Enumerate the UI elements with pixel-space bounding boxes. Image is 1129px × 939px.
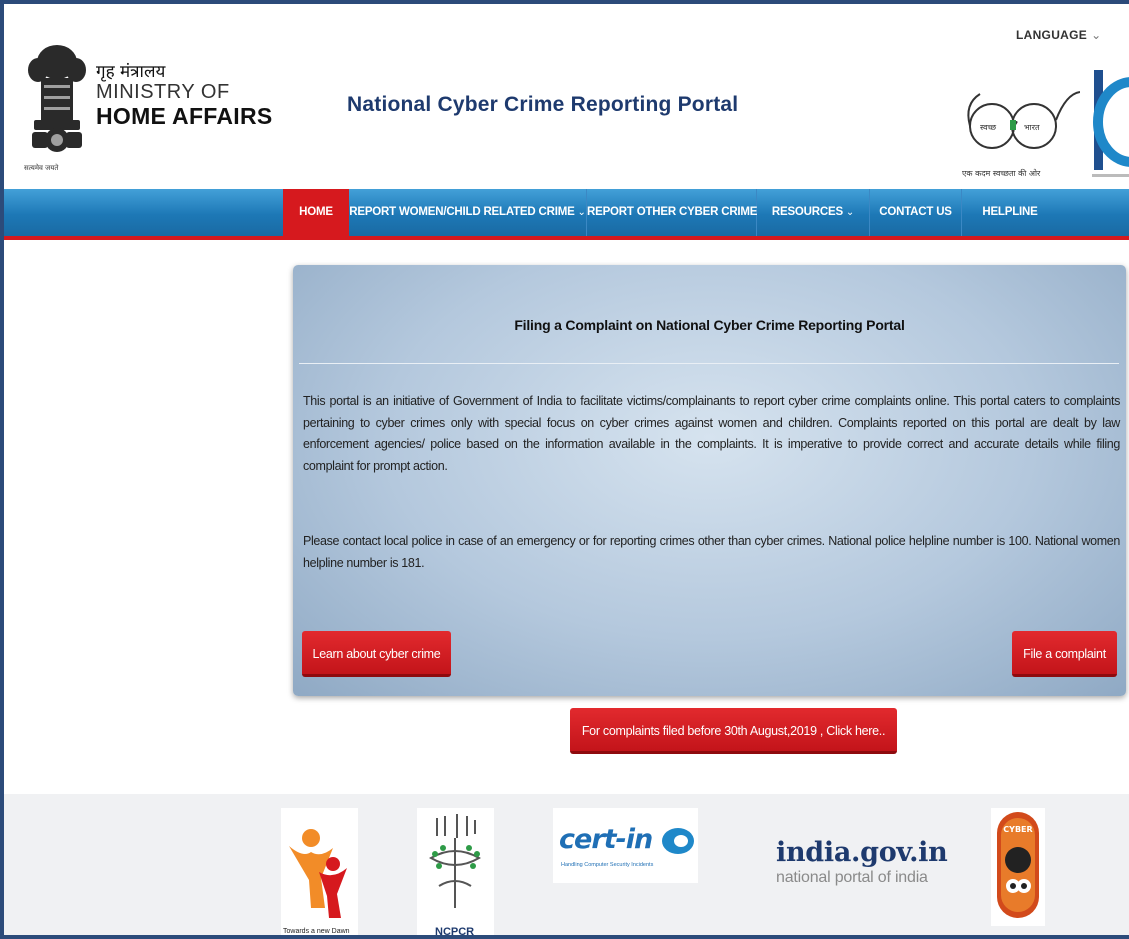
file-complaint-button[interactable]: File a complaint (1012, 631, 1117, 677)
ministry-logo[interactable]: गृह मंत्रालय MINISTRY OF HOME AFFAIRS (96, 62, 273, 129)
nav-resources-label: RESOURCES (771, 206, 843, 218)
ministry-line-2: HOME AFFAIRS (96, 103, 273, 129)
language-dropdown[interactable]: LANGUAGE ⌄ (1016, 28, 1101, 42)
swachh-right-text: भारत (1024, 123, 1040, 132)
women-child-caption: Towards a new Dawn (283, 928, 350, 935)
learn-about-cyber-crime-button[interactable]: Learn about cyber crime (302, 631, 451, 677)
india-gov-sub-text: national portal of india (776, 869, 928, 886)
india-gov-logo[interactable]: india.gov.in national portal of india (776, 837, 948, 888)
ncpcr-icon (429, 814, 481, 908)
cert-in-caption: Handling Computer Security Incidents (561, 862, 654, 868)
national-emblem-icon (28, 45, 86, 152)
chevron-down-icon: ⌄ (1091, 28, 1102, 42)
ncpcr-caption: NCPCR (435, 926, 475, 938)
nav-home[interactable]: HOME (283, 189, 349, 236)
nav-contact-us-label: CONTACT US (879, 206, 952, 218)
nav-helpline[interactable]: HELPLINE (962, 189, 1058, 236)
nav-report-women-child[interactable]: REPORT WOMEN/CHILD RELATED CRIME ⌄ (349, 189, 587, 236)
nav-helpline-label: HELPLINE (982, 206, 1038, 218)
india-gov-main-text: india.gov.in (776, 837, 948, 868)
complaint-info-card: Filing a Complaint on National Cyber Cri… (293, 265, 1126, 696)
browser-viewport: सत्यमेव जयते गृह मंत्रालय MINISTRY OF HO… (0, 0, 1129, 939)
intro-paragraph: This portal is an initiative of Governme… (303, 394, 1120, 473)
emblem-caption: सत्यमेव जयते (24, 164, 59, 172)
ministry-hindi-text: गृह मंत्रालय (96, 62, 166, 82)
ministry-line-1: MINISTRY OF (96, 81, 230, 103)
i4c-logo-icon (1092, 70, 1129, 177)
partner-logos-strip: Towards a new Dawn NCPCR cert-in Handlin… (4, 794, 1129, 938)
nav-report-other-label: REPORT OTHER CYBER CRIME (587, 206, 758, 218)
portal-title: National Cyber Crime Reporting Portal (347, 93, 739, 116)
nav-contact-us[interactable]: CONTACT US (870, 189, 962, 236)
cert-in-logo[interactable]: cert-in Handling Computer Security Incid… (553, 808, 698, 883)
women-child-icon (289, 829, 347, 918)
swachh-left-text: स्वच्छ (980, 123, 997, 132)
cyber-badge-logo[interactable]: CYBER (991, 808, 1045, 926)
cert-in-text: cert-in (559, 824, 653, 855)
nav-report-women-child-label: REPORT WOMEN/CHILD RELATED CRIME (349, 206, 575, 218)
nav-report-other-cyber-crime[interactable]: REPORT OTHER CYBER CRIME (587, 189, 757, 236)
site-header: सत्यमेव जयते गृह मंत्रालय MINISTRY OF HO… (4, 4, 1129, 189)
nav-resources[interactable]: RESOURCES ⌄ (757, 189, 870, 236)
nav-home-label: HOME (299, 206, 333, 218)
card-title: Filing a Complaint on National Cyber Cri… (514, 317, 905, 333)
emergency-paragraph: Please contact local police in case of a… (303, 534, 1120, 570)
cyber-badge-text: CYBER (1003, 825, 1032, 834)
main-navigation: HOME REPORT WOMEN/CHILD RELATED CRIME ⌄ R… (4, 189, 1129, 240)
old-complaints-button[interactable]: For complaints filed before 30th August,… (570, 708, 897, 754)
ncpcr-logo[interactable]: NCPCR (417, 808, 494, 938)
chevron-down-icon: ⌄ (577, 207, 586, 218)
women-child-logo[interactable]: Towards a new Dawn (281, 808, 358, 935)
card-divider (299, 363, 1119, 364)
language-label: LANGUAGE (1016, 28, 1088, 42)
swachh-caption: एक कदम स्वच्छता की ओर (962, 169, 1041, 178)
chevron-down-icon: ⌄ (845, 207, 855, 218)
cyber-badge-icon: CYBER (997, 812, 1039, 918)
cert-in-swirl-icon (662, 828, 694, 854)
